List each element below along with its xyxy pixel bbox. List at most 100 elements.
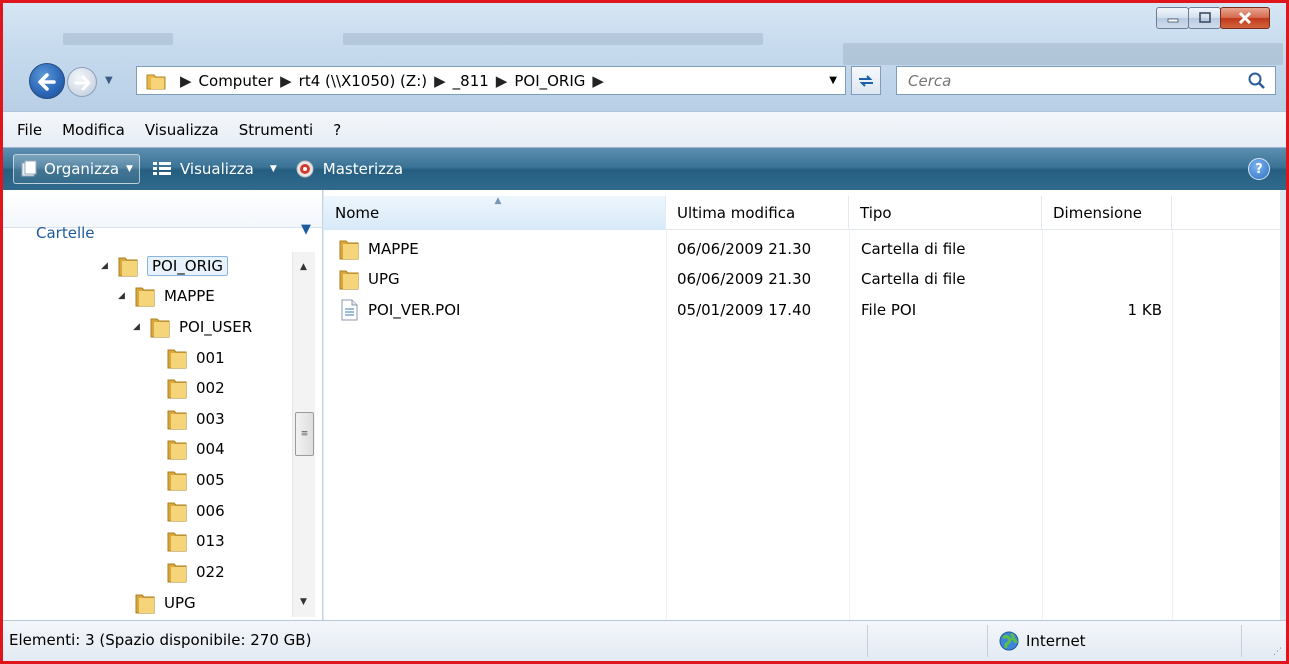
breadcrumb-separator-icon[interactable]: ▶ [592, 72, 604, 90]
resize-grip-icon[interactable]: ⋰ [1273, 647, 1282, 657]
recent-pages-dropdown[interactable]: ▼ [105, 75, 113, 86]
folder-icon [146, 74, 166, 89]
arrow-left-icon [38, 73, 56, 91]
view-label: Visualizza [179, 160, 254, 178]
tree-item-005[interactable]: 005 [166, 466, 225, 494]
folders-header[interactable]: Cartelle [36, 224, 95, 242]
scroll-down-icon[interactable]: ▼ [300, 597, 307, 607]
minimize-button[interactable] [1156, 7, 1189, 29]
expand-triangle-icon[interactable]: ◢ [133, 322, 143, 332]
help-icon[interactable]: ? [1248, 158, 1270, 180]
column-header-type[interactable]: Tipo [849, 196, 1042, 230]
refresh-icon [859, 74, 873, 87]
chevron-down-icon[interactable]: ▼ [301, 222, 311, 237]
tree-item-poi-orig[interactable]: ◢ POI_ORIG [101, 252, 229, 280]
address-dropdown-icon[interactable]: ▼ [829, 75, 837, 86]
close-button[interactable] [1220, 7, 1270, 29]
breadcrumb-separator-icon: ▶ [180, 71, 192, 90]
tree-item-poi-user[interactable]: ◢ POI_USER [133, 313, 252, 341]
refresh-button[interactable] [851, 66, 881, 95]
tree-item-upg[interactable]: UPG [134, 589, 196, 617]
breadcrumb-separator-icon[interactable]: ▶ [496, 72, 508, 90]
tree-item-013[interactable]: 013 [166, 527, 225, 555]
file-size: 1 KB [1127, 300, 1162, 319]
menu-modifica[interactable]: Modifica [62, 121, 125, 139]
minimize-icon [1167, 18, 1178, 23]
column-header-modified[interactable]: Ultima modifica [666, 196, 849, 230]
folder-icon [339, 270, 359, 289]
status-divider [987, 625, 988, 657]
tree-item-006[interactable]: 006 [166, 497, 225, 525]
back-button[interactable] [29, 63, 65, 99]
file-modified: 06/06/2009 21.30 [677, 269, 812, 288]
breadcrumb-poi-orig[interactable]: POI_ORIG [514, 72, 585, 90]
file-name-cell: MAPPE [338, 233, 419, 264]
tree-item-mappe[interactable]: ◢ MAPPE [118, 282, 215, 310]
maximize-icon [1198, 12, 1211, 23]
burn-disc-icon [296, 160, 314, 178]
tree-scrollbar[interactable]: ▲ ≡ ▼ [292, 252, 315, 617]
folder-icon [150, 318, 170, 338]
scroll-thumb[interactable]: ≡ [295, 412, 314, 456]
file-type: Cartella di file [861, 239, 966, 258]
folder-icon [167, 502, 187, 522]
address-bar[interactable]: ▶ Computer ▶ rt4 (\\X1050) (Z:) ▶ _811 ▶… [136, 66, 846, 95]
folder-icon [167, 440, 187, 460]
tree-item-001[interactable]: 001 [166, 344, 225, 372]
file-size [1054, 233, 1162, 264]
column-header-name[interactable]: ▲ Nome [324, 196, 666, 230]
search-input[interactable] [906, 70, 1236, 91]
tree-item-003[interactable]: 003 [166, 405, 225, 433]
expand-triangle-icon[interactable]: ◢ [101, 261, 111, 271]
burn-button[interactable]: Masterizza [289, 154, 409, 184]
menu-file[interactable]: File [17, 121, 42, 139]
command-bar: Organizza ▼ Visualizza ▼ Masterizza ? [3, 148, 1286, 190]
tree-item-label: 022 [196, 563, 225, 581]
file-row-mappe[interactable]: MAPPE 06/06/2009 21.30 Cartella di file [324, 233, 1280, 264]
tree-item-004[interactable]: 004 [166, 435, 225, 463]
status-divider [1241, 625, 1242, 657]
breadcrumb-811[interactable]: _811 [453, 72, 489, 90]
breadcrumb-drive[interactable]: rt4 (\\X1050) (Z:) [299, 72, 427, 90]
file-name: MAPPE [368, 239, 419, 258]
tree-item-label: 005 [196, 471, 225, 489]
menu-strumenti[interactable]: Strumenti [239, 121, 313, 139]
blurred-background [843, 43, 1283, 65]
folder-icon [167, 349, 187, 369]
menu-visualizza[interactable]: Visualizza [145, 121, 219, 139]
forward-button[interactable] [67, 67, 97, 97]
breadcrumb-separator-icon[interactable]: ▶ [434, 72, 446, 90]
tree-item-label: POI_USER [179, 318, 253, 336]
tree-item-022[interactable]: 022 [166, 558, 225, 586]
file-name-cell: UPG [338, 263, 400, 294]
column-header-label: Tipo [860, 204, 892, 222]
file-modified: 06/06/2009 21.30 [677, 239, 812, 258]
file-row-upg[interactable]: UPG 06/06/2009 21.30 Cartella di file [324, 263, 1280, 294]
column-headers: ▲ Nome Ultima modifica Tipo Dimensione [324, 196, 1280, 230]
tree-item-002[interactable]: 002 [166, 374, 225, 402]
organize-button[interactable]: Organizza ▼ [13, 154, 140, 184]
tree-item-label: 001 [196, 349, 225, 367]
view-button[interactable]: Visualizza ▼ [146, 154, 283, 184]
explorer-window: ▼ ▶ Computer ▶ rt4 (\\X1050) (Z:) ▶ _811… [0, 0, 1289, 664]
maximize-button[interactable] [1188, 7, 1221, 29]
burn-label: Masterizza [322, 160, 404, 178]
file-row-poi-ver[interactable]: POI_VER.POI 05/01/2009 17.40 File POI 1 … [324, 294, 1280, 325]
file-name: UPG [368, 269, 400, 288]
window-controls [1156, 7, 1270, 29]
breadcrumb-separator-icon[interactable]: ▶ [280, 72, 292, 90]
expand-triangle-icon[interactable]: ◢ [118, 291, 128, 301]
folder-icon [135, 287, 155, 307]
chevron-down-icon: ▼ [269, 164, 277, 174]
tree-item-label: UPG [164, 594, 196, 612]
security-zone[interactable]: Internet [998, 630, 1086, 652]
column-header-size[interactable]: Dimensione [1042, 196, 1172, 230]
zone-label: Internet [1026, 632, 1086, 650]
file-name-cell: POI_VER.POI [338, 294, 460, 325]
breadcrumb-computer[interactable]: Computer [199, 72, 274, 90]
folder-icon [167, 410, 187, 430]
scroll-up-icon[interactable]: ▲ [300, 262, 307, 272]
column-header-label: Ultima modifica [677, 204, 796, 222]
search-icon[interactable] [1247, 71, 1267, 91]
menu-help[interactable]: ? [333, 121, 341, 139]
